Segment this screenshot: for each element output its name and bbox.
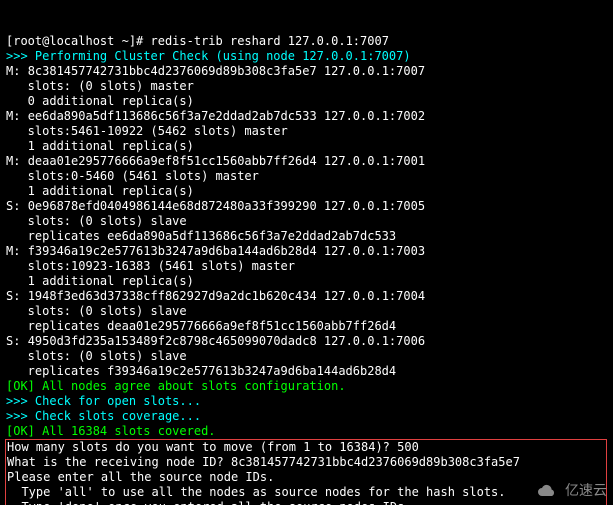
- node-line: M: f39346a19c2e577613b3247a9d6ba144ad6b2…: [6, 244, 425, 258]
- check-open-line: >>> Check for open slots...: [6, 394, 201, 408]
- ok-nodes-line: [OK] All nodes agree about slots configu…: [6, 379, 346, 393]
- node-extra: replicates deaa01e295776666a9ef8f51cc156…: [6, 319, 396, 333]
- node-slots: slots: (0 slots) slave: [6, 304, 187, 318]
- check-coverage-line: >>> Check slots coverage...: [6, 409, 201, 423]
- answer-move-slots: 500: [397, 440, 419, 454]
- node-slots: slots:5461-10922 (5462 slots) master: [6, 124, 288, 138]
- node-line: S: 0e96878efd0404986144e68d872480a33f399…: [6, 199, 425, 213]
- node-line: M: deaa01e295776666a9ef8f51cc1560abb7ff2…: [6, 154, 425, 168]
- highlight-box-1: How many slots do you want to move (from…: [5, 439, 607, 505]
- garbled-header: [6, 19, 606, 33]
- cloud-icon: [537, 484, 557, 498]
- node-extra: 1 additional replica(s): [6, 139, 194, 153]
- prompt-move-slots: How many slots do you want to move (from…: [7, 440, 397, 454]
- node-extra: 1 additional replica(s): [6, 184, 194, 198]
- node-slots: slots:0-5460 (5461 slots) master: [6, 169, 259, 183]
- performing-check-line: >>> Performing Cluster Check (using node…: [6, 49, 411, 63]
- prompt-receiving-id: What is the receiving node ID?: [7, 455, 231, 469]
- answer-receiving-id: 8c381457742731bbc4d2376069d89b308c3fa5e7: [231, 455, 520, 469]
- shell-command: redis-trib reshard 127.0.0.1:7007: [151, 34, 389, 48]
- terminal[interactable]: [root@localhost ~]# redis-trib reshard 1…: [0, 0, 613, 505]
- node-line: M: 8c381457742731bbc4d2376069d89b308c3fa…: [6, 64, 425, 78]
- node-extra: replicates f39346a19c2e577613b3247a9d6ba…: [6, 364, 396, 378]
- prompt-enter-source: Please enter all the source node IDs.: [7, 470, 274, 484]
- node-slots: slots: (0 slots) slave: [6, 214, 187, 228]
- node-extra: 0 additional replica(s): [6, 94, 194, 108]
- watermark: 亿速云: [537, 484, 607, 499]
- node-slots: slots: (0 slots) slave: [6, 349, 187, 363]
- node-extra: replicates ee6da890a5df113686c56f3a7e2dd…: [6, 229, 396, 243]
- node-line: S: 4950d3fd235a153489f2c8798c465099070da…: [6, 334, 425, 348]
- node-line: M: ee6da890a5df113686c56f3a7e2ddad2ab7dc…: [6, 109, 425, 123]
- hint-done: Type 'done' once you entered all the sou…: [7, 500, 412, 505]
- ok-slots-line: [OK] All 16384 slots covered.: [6, 424, 216, 438]
- node-slots: slots: (0 slots) master: [6, 79, 194, 93]
- shell-prompt: [root@localhost ~]#: [6, 34, 151, 48]
- hint-all: Type 'all' to use all the nodes as sourc…: [7, 485, 506, 499]
- node-line: S: 1948f3ed63d37338cff862927d9a2dc1b620c…: [6, 289, 425, 303]
- node-extra: 1 additional replica(s): [6, 274, 194, 288]
- node-slots: slots:10923-16383 (5461 slots) master: [6, 259, 295, 273]
